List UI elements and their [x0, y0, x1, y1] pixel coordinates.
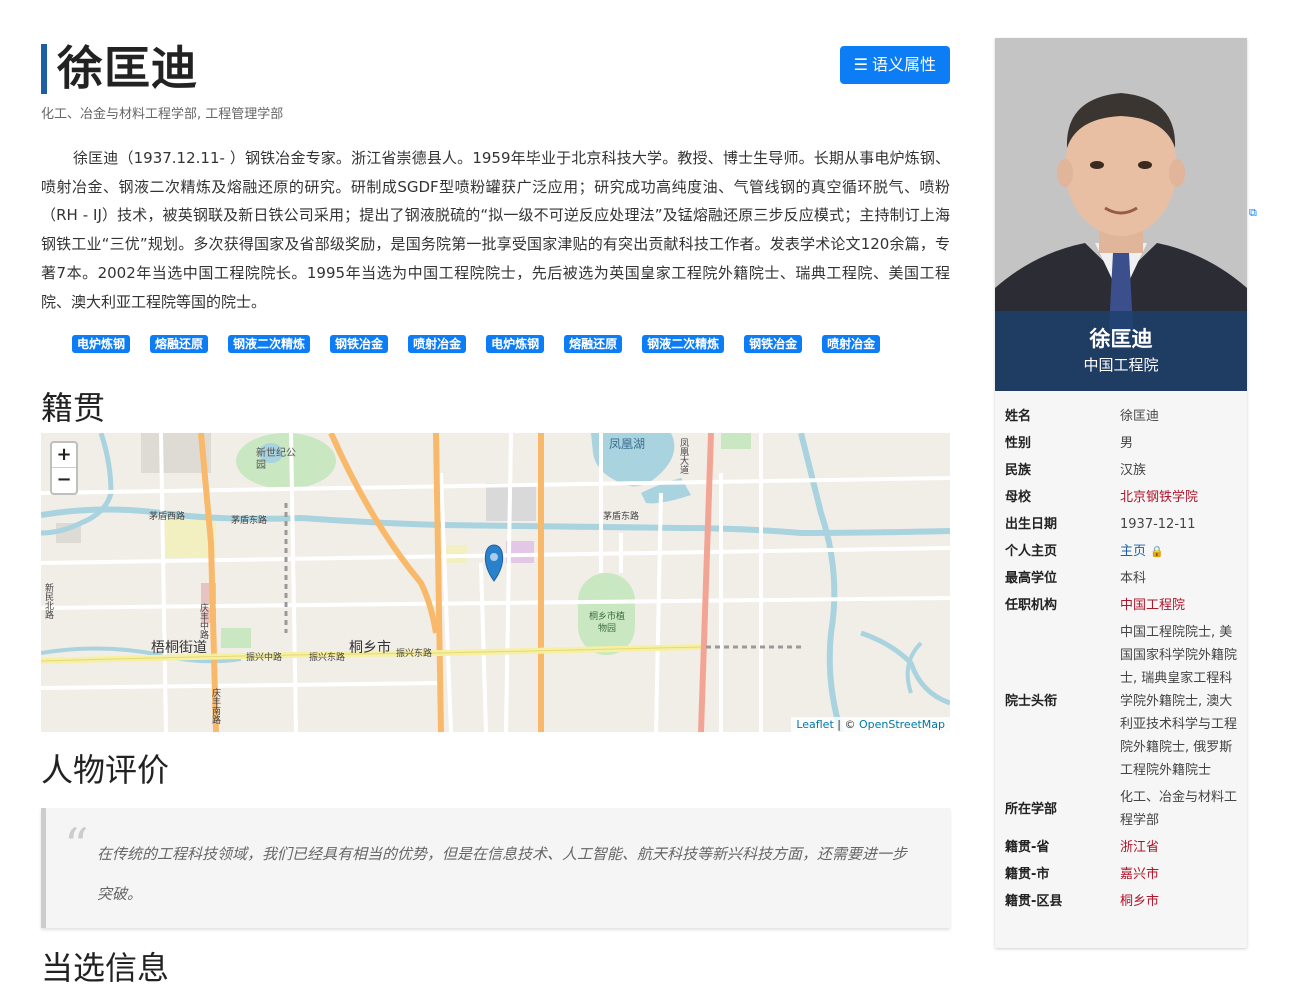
map-attribution: Leaflet | © OpenStreetMap: [791, 717, 950, 732]
info-key: 所在学部: [1005, 801, 1058, 817]
info-row: 出生日期 1937-12-11: [1005, 511, 1247, 538]
title-row: 徐匡迪 ☰ 语义属性: [41, 38, 950, 98]
info-row: 民族 汉族: [1005, 457, 1247, 484]
title-accent-bar: [41, 44, 47, 94]
info-row: 母校 北京钢铁学院: [1005, 484, 1247, 511]
attribution-separator: | ©: [833, 718, 859, 731]
map-label: 茅盾东路: [603, 512, 640, 522]
info-key: 姓名: [1005, 409, 1032, 424]
zoom-out-button[interactable]: −: [52, 468, 76, 493]
departments-subtitle: 化工、冶金与材料工程学部, 工程管理学部: [41, 107, 284, 122]
map-widget[interactable]: 新世纪公园 凤凰湖 茅盾西路 茅盾东路 茅盾东路 桐乡市 梧桐街道 振兴中路 振…: [41, 433, 950, 732]
info-row: 个人主页 主页 🔒: [1005, 538, 1247, 565]
external-link-icon[interactable]: ⧉: [1249, 206, 1257, 220]
homepage-label: 主页: [1120, 544, 1147, 559]
map-label: 茅盾西路: [149, 512, 186, 522]
homepage-link[interactable]: 主页 🔒: [1120, 538, 1240, 565]
map-label: 桐乡市: [349, 640, 391, 656]
section-title-evaluation: 人物评价: [41, 751, 170, 789]
info-row: 所在学部 化工、冶金与材料工程学部: [1005, 784, 1247, 834]
info-key: 籍贯-区县: [1005, 894, 1063, 909]
map-label: 凤凰湖: [609, 437, 646, 451]
info-row: 籍贯-区县 桐乡市: [1005, 888, 1247, 915]
info-key: 籍贯-省: [1005, 840, 1050, 855]
info-value: 1937-12-11: [1120, 517, 1196, 532]
tag[interactable]: 电炉炼钢: [72, 335, 131, 354]
map-label: 新世纪公园: [256, 448, 296, 471]
biography-text: 徐匡迪（1937.12.11- ）钢铁冶金专家。浙江省崇德县人。1959年毕业于…: [41, 149, 950, 311]
page-title: 徐匡迪: [57, 41, 198, 95]
info-row: 任职机构 中国工程院: [1005, 592, 1247, 619]
institution-link[interactable]: 中国工程院: [1120, 592, 1240, 619]
info-key: 民族: [1005, 463, 1032, 478]
info-key: 最高学位: [1005, 571, 1058, 586]
map-label: 庆丰中路: [198, 603, 208, 639]
main-content: 徐匡迪 ☰ 语义属性 化工、冶金与材料工程学部, 工程管理学部 徐匡迪（1937.…: [41, 38, 950, 987]
tag[interactable]: 电炉炼钢: [486, 335, 545, 354]
map-zoom-control: + −: [50, 441, 78, 495]
map-label: 振兴中路: [246, 653, 283, 663]
tag[interactable]: 钢铁冶金: [744, 335, 803, 354]
openstreetmap-link[interactable]: OpenStreetMap: [859, 718, 945, 731]
info-row: 最高学位 本科: [1005, 565, 1247, 592]
info-key: 任职机构: [1005, 598, 1058, 613]
info-row: 院士头衔 中国工程院院士, 美国国家科学院外籍院士, 瑞典皇家工程科学院外籍院士,…: [1005, 619, 1247, 784]
profile-sidebar: 徐匡迪 中国工程院 姓名 徐匡迪 性别 男 民族 汉族 母校 北京钢铁学院 出生日期 19…: [995, 38, 1247, 948]
map-label: 桐乡市植物园: [588, 612, 625, 634]
map-label: 振兴东路: [309, 653, 346, 663]
lock-icon: 🔒: [1150, 545, 1164, 558]
info-row: 姓名 徐匡迪: [1005, 403, 1247, 430]
county-link[interactable]: 桐乡市: [1120, 888, 1240, 915]
info-key: 母校: [1005, 490, 1032, 505]
semantic-attributes-label: 语义属性: [871, 55, 936, 74]
zoom-in-button[interactable]: +: [52, 443, 76, 468]
city-link[interactable]: 嘉兴市: [1120, 861, 1240, 888]
info-value: 本科: [1120, 571, 1147, 586]
info-row: 性别 男: [1005, 430, 1247, 457]
list-icon: ☰: [853, 55, 868, 74]
tag[interactable]: 喷射冶金: [822, 335, 881, 354]
keyword-tags: 电炉炼钢 熔融还原 钢液二次精炼 钢铁冶金 喷射冶金 电炉炼钢 熔融还原 钢液二次精炼 钢铁冶金…: [41, 333, 950, 355]
tag[interactable]: 喷射冶金: [408, 335, 467, 354]
tag[interactable]: 钢铁冶金: [330, 335, 389, 354]
info-key: 性别: [1005, 436, 1032, 451]
portrait-org: 中国工程院: [1083, 356, 1159, 374]
info-key: 院士头衔: [1005, 694, 1058, 709]
evaluation-quote: “ 在传统的工程科技领域，我们已经具有相当的优势，但是在信息技术、人工智能、航天…: [41, 808, 950, 928]
info-value: 中国工程院院士, 美国国家科学院外籍院士, 瑞典皇家工程科学院外籍院士, 澳大利…: [1120, 625, 1238, 778]
info-row: 籍贯-省 浙江省: [1005, 834, 1247, 861]
tag[interactable]: 钢液二次精炼: [228, 335, 311, 354]
tag[interactable]: 熔融还原: [150, 335, 209, 354]
portrait-caption: 徐匡迪 中国工程院: [995, 311, 1247, 391]
map-label: 庆丰南路: [210, 688, 220, 724]
portrait-photo: 徐匡迪 中国工程院: [995, 38, 1247, 391]
map-label: 梧桐街道: [151, 640, 207, 656]
info-table: 姓名 徐匡迪 性别 男 民族 汉族 母校 北京钢铁学院 出生日期 1937-12-11 个…: [995, 391, 1247, 915]
info-key: 籍贯-市: [1005, 867, 1050, 882]
semantic-attributes-button[interactable]: ☰ 语义属性: [839, 46, 950, 84]
leaflet-link[interactable]: Leaflet: [796, 718, 833, 731]
quote-mark-icon: “: [64, 818, 89, 874]
info-key: 出生日期: [1005, 517, 1058, 532]
alma-mater-link[interactable]: 北京钢铁学院: [1120, 484, 1240, 511]
map-label: 振兴东路: [396, 649, 433, 659]
info-value: 徐匡迪: [1120, 409, 1160, 424]
portrait-name: 徐匡迪: [1089, 327, 1153, 351]
province-link[interactable]: 浙江省: [1120, 834, 1240, 861]
info-row: 籍贯-市 嘉兴市: [1005, 861, 1247, 888]
map-label: 凤凰大道: [678, 438, 688, 474]
info-value: 汉族: [1120, 463, 1147, 478]
info-value: 男: [1120, 436, 1134, 451]
tag[interactable]: 钢液二次精炼: [642, 335, 725, 354]
quote-text: 在传统的工程科技领域，我们已经具有相当的优势，但是在信息技术、人工智能、航天科技…: [97, 845, 908, 903]
map-label: 新民北路: [43, 583, 53, 619]
info-key: 个人主页: [1005, 544, 1058, 559]
map-label: 茅盾东路: [231, 516, 268, 526]
tag[interactable]: 熔融还原: [564, 335, 623, 354]
section-title-native-place: 籍贯: [41, 389, 106, 427]
map-tiles[interactable]: [41, 433, 950, 732]
section-title-election-info: 当选信息: [41, 949, 170, 987]
info-value: 化工、冶金与材料工程学部: [1120, 790, 1238, 828]
